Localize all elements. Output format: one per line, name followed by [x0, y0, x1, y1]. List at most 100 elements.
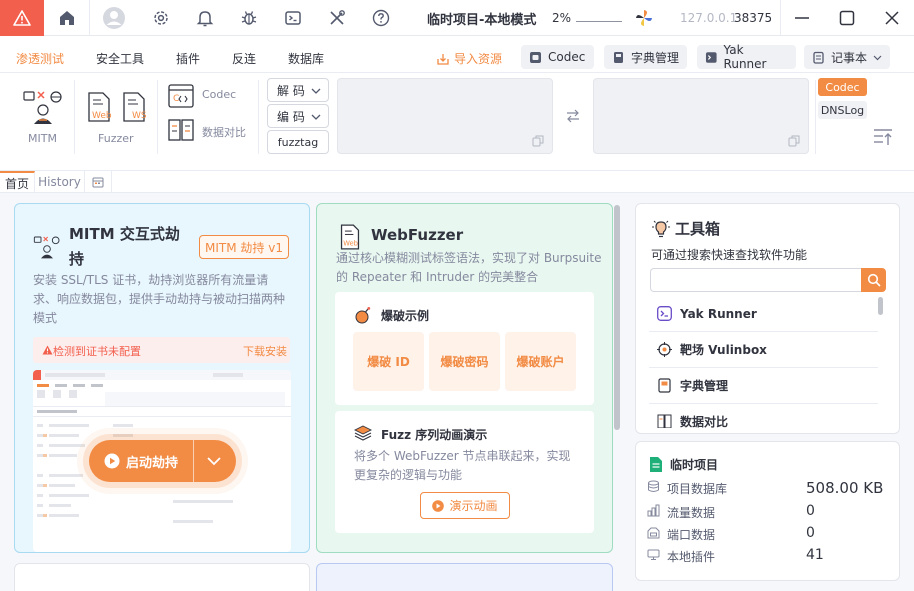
search-icon	[867, 273, 881, 287]
debug-button[interactable]	[227, 0, 271, 36]
webfuzzer-card-title: WebFuzzer	[371, 226, 464, 244]
codec-input-editor[interactable]	[337, 78, 553, 154]
codec-output-editor[interactable]	[593, 78, 809, 154]
data-compare-label: 数据对比	[202, 126, 246, 139]
engine-status-button[interactable]	[634, 8, 654, 28]
next-card-right[interactable]	[316, 563, 613, 591]
codec-window-icon: C	[168, 84, 194, 108]
collapse-toolbar-button[interactable]	[873, 128, 893, 146]
codec-shortcut-button[interactable]: Codec	[521, 45, 594, 69]
mitm-tool-button[interactable]	[22, 88, 64, 126]
burst-password-button[interactable]: 爆破密码	[429, 332, 500, 391]
warning-button[interactable]	[0, 0, 44, 36]
decode-select[interactable]: 解 码	[267, 78, 329, 102]
mitm-card-icon-wrap	[33, 233, 61, 261]
warning-icon	[13, 10, 31, 26]
gear-icon	[154, 11, 168, 25]
maximize-icon	[839, 10, 855, 26]
menu-divider	[0, 72, 914, 73]
copy-icon[interactable]	[788, 135, 800, 147]
webfuzzer-desc-line1: 通过核心模糊测试标签语法，实现了对 Burpsuite	[336, 251, 602, 265]
plugin-icon-wrap	[647, 548, 660, 561]
encode-select[interactable]: 编 码	[267, 104, 329, 128]
toolbox-scrollbar[interactable]	[878, 297, 883, 315]
compare-icon	[657, 414, 672, 428]
minimize-button[interactable]	[780, 0, 824, 36]
fuzztag-button[interactable]: fuzztag	[267, 130, 329, 154]
chevron-down-icon	[873, 55, 882, 60]
next-card-left[interactable]	[14, 563, 310, 591]
toolbox-search-button[interactable]	[861, 268, 886, 292]
webfuzzer-desc-line2: 的 Repeater 和 Intruder 的完美整合	[336, 270, 539, 284]
home-button[interactable]	[45, 0, 89, 36]
tab-home[interactable]: 首页	[0, 171, 35, 193]
mitm-desc-line2: 求、响应数据包，提供手动劫持与被动扫描两种	[33, 292, 286, 306]
help-button[interactable]	[359, 0, 403, 36]
maximize-button[interactable]	[825, 0, 869, 36]
burst-account-button[interactable]: 爆破账户	[505, 332, 576, 391]
bell-icon	[196, 11, 214, 27]
menu-database[interactable]: 数据库	[288, 50, 324, 67]
tab-history[interactable]: History	[35, 171, 85, 193]
swap-button[interactable]	[565, 109, 581, 123]
toolbox-item-yak-runner[interactable]: Yak Runner	[649, 296, 878, 332]
download-install-link[interactable]: 下载安装	[243, 343, 287, 359]
port-icon	[647, 527, 660, 539]
content-scrollbar[interactable]	[614, 205, 620, 430]
codec-tool-label: Codec	[202, 88, 237, 101]
collapse-up-icon	[874, 129, 892, 145]
stat-label-traffic: 流量数据	[667, 506, 716, 520]
toolbox-list: Yak Runner 靶场 Vulinbox 字典管理 数据对比	[649, 296, 884, 428]
terminal-button[interactable]	[271, 0, 315, 36]
notepad-icon	[813, 51, 824, 64]
menu-reverse[interactable]: 反连	[232, 50, 256, 67]
import-resources-link[interactable]: 导入资源	[436, 50, 502, 67]
side-dnslog-tab[interactable]: DNSLog	[818, 101, 867, 119]
side-codec-tab[interactable]: Codec	[818, 78, 867, 96]
tools-icon	[330, 10, 345, 25]
stat-value-traffic: 0	[806, 503, 815, 519]
close-button[interactable]	[870, 0, 914, 36]
settings-button[interactable]	[139, 0, 183, 36]
layers-icon	[354, 425, 372, 441]
burst-examples-title: 爆破示例	[381, 309, 430, 323]
swap-icon	[567, 109, 579, 123]
menu-security-tools[interactable]: 安全工具	[96, 50, 144, 67]
user-avatar-button[interactable]	[92, 0, 136, 36]
import-icon	[437, 53, 449, 65]
tools-button[interactable]	[315, 0, 359, 36]
chevron-down-icon[interactable]	[206, 454, 222, 468]
play-icon	[432, 499, 445, 512]
port-number: 38375	[734, 11, 773, 25]
cert-warning-bar: 检测到证书未配置 下载安装	[33, 337, 290, 363]
fuzz-sequence-desc-line1: 将多个 WebFuzzer 节点串联起来，实现	[354, 449, 571, 463]
mitm-version-badge[interactable]: MITM 劫持 v1	[199, 235, 289, 259]
web-fuzzer-tool-button[interactable]: Web	[86, 92, 112, 122]
notifications-button[interactable]	[183, 0, 227, 36]
ws-fuzzer-tool-button[interactable]: WS	[121, 92, 147, 122]
codec-tool-button[interactable]: C	[168, 84, 194, 108]
toolbox-item-data-compare[interactable]: 数据对比	[649, 404, 878, 428]
terminal-icon	[285, 11, 301, 25]
copy-icon[interactable]	[532, 135, 544, 147]
toolbox-item-dictionary[interactable]: 字典管理	[649, 368, 878, 404]
menu-pentest[interactable]: 渗透测试	[16, 50, 64, 67]
fuzz-sequence-title: Fuzz 序列动画演示	[381, 428, 488, 442]
dictionary-shortcut-button[interactable]: 字典管理	[604, 45, 687, 69]
toolbox-item-vulinbox[interactable]: 靶场 Vulinbox	[649, 332, 878, 368]
notepad-dropdown-button[interactable]: 记事本	[804, 45, 890, 69]
yak-runner-shortcut-button[interactable]: Yak Runner	[697, 43, 796, 71]
burst-id-button[interactable]: 爆破 ID	[353, 332, 424, 391]
demo-animation-button[interactable]: 演示动画	[420, 492, 510, 519]
help-icon	[372, 9, 390, 27]
start-hijack-button[interactable]: 启动劫持	[89, 440, 236, 482]
database-icon	[648, 480, 659, 492]
fuzz-sequence-desc-line2: 更复杂的逻辑与功能	[354, 468, 463, 482]
webfuzzer-card-icon-wrap: Web	[339, 224, 361, 250]
bug-icon	[241, 11, 257, 25]
toolbox-icon-wrap	[651, 219, 671, 239]
menu-plugins[interactable]: 插件	[176, 50, 200, 67]
tab-add-button[interactable]	[85, 171, 112, 193]
data-compare-tool-button[interactable]	[168, 118, 194, 142]
toolbox-search-input[interactable]	[650, 268, 862, 292]
